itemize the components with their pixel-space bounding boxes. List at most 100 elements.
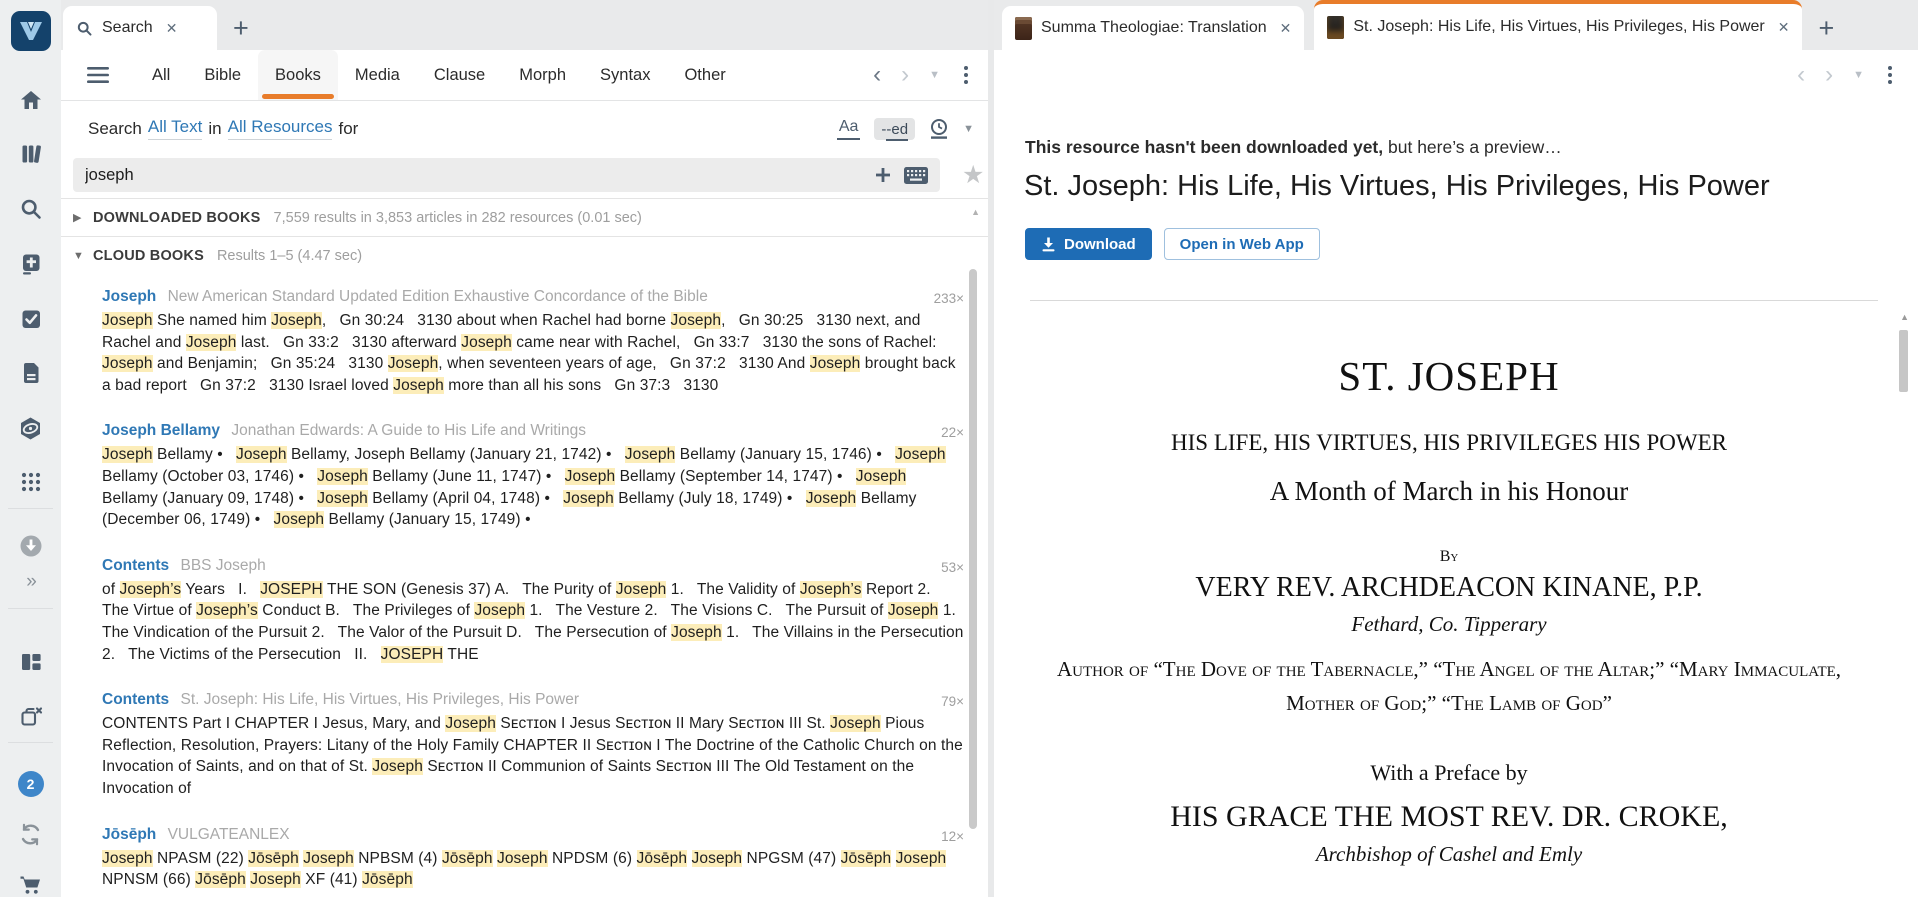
result-source: BBS Joseph xyxy=(176,556,266,574)
search-result: Joseph Bellamy Jonathan Edwards: A Guide… xyxy=(102,421,964,530)
forward-icon[interactable]: › xyxy=(1825,63,1833,87)
tab-search[interactable]: Search ✕ xyxy=(63,6,217,50)
tab-syntax[interactable]: Syntax xyxy=(583,50,667,100)
doc-title: ST. JOSEPH xyxy=(1338,353,1560,399)
store-cart-icon[interactable] xyxy=(0,862,61,906)
add-term-icon[interactable] xyxy=(874,166,892,184)
result-snippet[interactable]: Joseph She named him Joseph, Gn 30:24 31… xyxy=(102,310,964,396)
result-title[interactable]: Jōsēph xyxy=(102,826,156,843)
open-web-app-button[interactable]: Open in Web App xyxy=(1163,228,1320,260)
results-scrollbar[interactable] xyxy=(969,269,977,829)
tab-books[interactable]: Books xyxy=(258,50,338,100)
search-result: Contents St. Joseph: His Life, His Virtu… xyxy=(102,690,964,799)
layouts-icon[interactable] xyxy=(0,640,61,684)
search-tabstrip: Search ✕ + xyxy=(61,0,988,50)
menu-icon[interactable] xyxy=(87,67,109,83)
scroll-up-icon[interactable]: ▲ xyxy=(1900,312,1909,322)
section-downloaded-books[interactable]: ▶ DOWNLOADED BOOKS 7,559 results in 3,85… xyxy=(61,199,988,236)
search-panel: Search ✕ + All Bible Books Media Clause Morph… xyxy=(61,0,988,897)
result-count: 53× xyxy=(941,559,964,575)
section-label[interactable]: DOWNLOADED BOOKS xyxy=(93,210,261,226)
download-icon xyxy=(1042,237,1055,251)
search-field[interactable] xyxy=(73,158,940,192)
result-snippet[interactable]: Joseph Bellamy • Joseph Bellamy, Joseph … xyxy=(102,444,964,530)
section-summary: Results 1–5 (4.47 sec) xyxy=(216,247,363,264)
search-input[interactable] xyxy=(73,165,874,185)
result-count: 79× xyxy=(941,694,964,710)
doc-month-line: A Month of March in his Honour xyxy=(1269,476,1629,506)
panel-menu-icon[interactable] xyxy=(960,62,972,88)
sync-icon[interactable] xyxy=(0,812,61,856)
history-chevron-icon[interactable]: ▼ xyxy=(929,69,940,81)
logos-logo-icon[interactable] xyxy=(10,11,51,51)
collapse-triangle-icon[interactable]: ▶ xyxy=(73,211,93,224)
tab-clause[interactable]: Clause xyxy=(417,50,502,100)
close-icon[interactable]: ✕ xyxy=(1778,19,1790,36)
panel-menu-icon[interactable] xyxy=(1884,62,1896,88)
resource-tabstrip: Summa Theologiae: Translation ✕ St. Joseph… xyxy=(994,0,1918,50)
all-resources-dropdown[interactable]: All Resources xyxy=(227,117,333,140)
match-forms-button[interactable]: --ed xyxy=(874,117,916,141)
query-row: ★ xyxy=(61,156,988,202)
atlas-icon[interactable] xyxy=(0,406,61,450)
resource-tab-2[interactable]: St. Joseph: His Life, His Virtues, His P… xyxy=(1314,0,1803,50)
forward-icon[interactable]: › xyxy=(901,63,909,87)
result-title[interactable]: Joseph xyxy=(102,288,156,305)
close-all-panels-icon[interactable] xyxy=(0,694,61,738)
results-list: Joseph New American Standard Updated Edi… xyxy=(102,287,964,891)
expand-triangle-icon[interactable]: ▼ xyxy=(73,250,93,262)
divider xyxy=(1030,300,1878,301)
bible-cross-icon[interactable] xyxy=(0,242,61,286)
new-tab-button[interactable]: + xyxy=(1802,15,1850,50)
result-title[interactable]: Contents xyxy=(102,691,169,708)
new-tab-button[interactable]: + xyxy=(217,15,265,50)
history-chevron-icon[interactable]: ▼ xyxy=(1853,69,1864,81)
back-icon[interactable]: ‹ xyxy=(873,63,881,87)
expand-chevrons-icon[interactable]: » xyxy=(0,560,61,604)
apps-grid-icon[interactable] xyxy=(0,460,61,504)
tab-morph[interactable]: Morph xyxy=(502,50,583,100)
close-icon[interactable]: ✕ xyxy=(166,20,178,37)
match-case-button[interactable]: Aa xyxy=(836,117,861,140)
document-scrollbar[interactable] xyxy=(1899,330,1908,392)
guides-check-icon[interactable] xyxy=(0,297,61,341)
resource-toolbar-right: ‹ › ▼ xyxy=(1797,50,1896,100)
result-snippet[interactable]: of Joseph’s Years I. JOSEPH THE SON (Gen… xyxy=(102,579,964,665)
tab-bible[interactable]: Bible xyxy=(187,50,258,100)
close-icon[interactable]: ✕ xyxy=(1280,20,1292,37)
documents-icon[interactable] xyxy=(0,351,61,395)
rail-divider xyxy=(8,742,53,743)
tab-other[interactable]: Other xyxy=(667,50,742,100)
not-downloaded-notice: This resource hasn't been downloaded yet… xyxy=(1025,137,1562,158)
download-button[interactable]: Download xyxy=(1025,228,1152,260)
result-snippet[interactable]: CONTENTS Part I CHAPTER I Jesus, Mary, a… xyxy=(102,713,964,799)
tab-label: St. Joseph: His Life, His Virtues, His P… xyxy=(1353,18,1765,35)
match-forms-label: -ed xyxy=(886,120,909,141)
result-snippet[interactable]: Joseph NPASM (22) Jōsēph Joseph NPBSM (4… xyxy=(102,848,964,891)
search-history-icon[interactable] xyxy=(929,118,949,140)
keyboard-icon[interactable] xyxy=(904,166,928,184)
search-icon[interactable] xyxy=(0,187,61,231)
home-icon[interactable] xyxy=(0,78,61,122)
section-cloud-books[interactable]: ▼ CLOUD BOOKS Results 1–5 (4.47 sec) xyxy=(61,237,988,274)
download-label: Download xyxy=(1064,235,1136,253)
scroll-up-icon[interactable]: ▲ xyxy=(971,207,980,217)
search-kind-tabs: All Bible Books Media Clause Morph Syntax Other xyxy=(135,50,743,100)
doc-author-of-line2: Mother of God;” “The Lamb of God” xyxy=(1286,691,1612,715)
tab-all[interactable]: All xyxy=(135,50,187,100)
all-text-dropdown[interactable]: All Text xyxy=(147,117,203,140)
library-icon[interactable] xyxy=(0,132,61,176)
options-chevron-icon[interactable]: ▼ xyxy=(963,123,974,135)
result-count: 12× xyxy=(941,828,964,844)
badge-count: 2 xyxy=(17,771,44,797)
back-icon[interactable]: ‹ xyxy=(1797,63,1805,87)
notifications-badge[interactable]: 2 xyxy=(0,762,61,806)
tab-media[interactable]: Media xyxy=(338,50,417,100)
resource-tab-1[interactable]: Summa Theologiae: Translation ✕ xyxy=(1002,6,1305,50)
section-label[interactable]: CLOUD BOOKS xyxy=(93,248,204,264)
book-cover-icon xyxy=(1015,16,1032,40)
result-count: 233× xyxy=(933,291,964,306)
result-title[interactable]: Joseph Bellamy xyxy=(102,422,220,439)
favorite-star-icon[interactable]: ★ xyxy=(962,160,984,190)
result-title[interactable]: Contents xyxy=(102,557,169,574)
